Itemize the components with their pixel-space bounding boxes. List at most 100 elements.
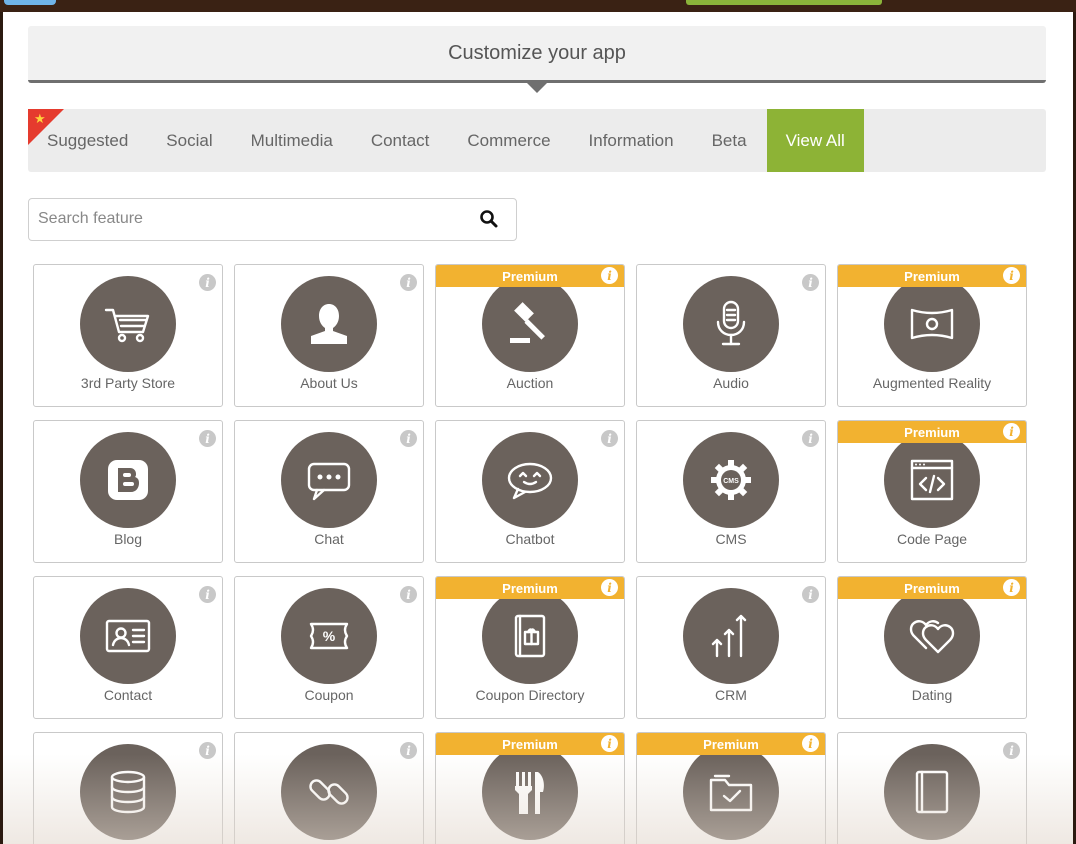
info-icon[interactable]: i — [199, 430, 216, 447]
code-window-icon — [884, 432, 980, 528]
feature-label: Audio — [713, 375, 749, 391]
feature-card[interactable]: Premium i Auction — [435, 264, 625, 407]
feature-card[interactable]: i Audio — [636, 264, 826, 407]
premium-label: Premium — [904, 580, 960, 596]
premium-label: Premium — [502, 580, 558, 596]
svg-text:%: % — [323, 628, 336, 644]
tab-beta[interactable]: Beta — [693, 109, 766, 172]
search-input[interactable] — [29, 199, 477, 238]
feature-card[interactable]: i CRM — [636, 576, 826, 719]
info-icon[interactable]: i — [1003, 423, 1020, 440]
premium-badge: Premium i — [436, 733, 624, 755]
feature-label: Blog — [113, 531, 143, 547]
premium-badge: Premium i — [838, 421, 1026, 443]
info-icon[interactable]: i — [601, 735, 618, 752]
feature-label: CRM — [715, 687, 747, 703]
feature-card[interactable]: Premium i Dating — [837, 576, 1027, 719]
info-icon[interactable]: i — [400, 430, 417, 447]
cart-icon — [80, 276, 176, 372]
info-icon[interactable]: i — [601, 579, 618, 596]
hearts-icon — [884, 588, 980, 684]
page-content: Customize your app ★ Suggested Social Mu… — [3, 12, 1073, 844]
info-icon[interactable]: i — [1003, 267, 1020, 284]
premium-badge: Premium i — [838, 265, 1026, 287]
feature-label: About Us — [300, 375, 358, 391]
search-icon[interactable] — [479, 209, 499, 229]
coupon-icon: % — [281, 588, 377, 684]
feature-label: Coupon — [304, 687, 354, 703]
arrows-up-icon — [683, 588, 779, 684]
feature-card[interactable]: i Contact — [33, 576, 223, 719]
database-icon — [80, 744, 176, 840]
blogger-icon — [80, 432, 176, 528]
premium-badge: Premium i — [436, 265, 624, 287]
tab-multimedia[interactable]: Multimedia — [232, 109, 352, 172]
premium-label: Premium — [502, 736, 558, 752]
coupon-book-icon — [482, 588, 578, 684]
search-box — [28, 198, 517, 241]
chatbot-icon — [482, 432, 578, 528]
premium-badge: Premium i — [436, 577, 624, 599]
tab-information[interactable]: Information — [570, 109, 693, 172]
feature-card[interactable]: Premium i Augmented Reality — [837, 264, 1027, 407]
feature-card[interactable]: i Chatbot — [435, 420, 625, 563]
link-icon — [281, 744, 377, 840]
top-bar — [0, 0, 1076, 12]
book-icon — [884, 744, 980, 840]
tab-contact[interactable]: Contact — [352, 109, 449, 172]
premium-label: Premium — [904, 268, 960, 284]
info-icon[interactable]: i — [400, 742, 417, 759]
feature-card[interactable]: Premium i — [435, 732, 625, 844]
info-icon[interactable]: i — [1003, 742, 1020, 759]
info-icon[interactable]: i — [199, 742, 216, 759]
feature-card[interactable]: i CMS CMS — [636, 420, 826, 563]
folder-check-icon — [683, 744, 779, 840]
feature-label: Chat — [314, 531, 344, 547]
info-icon[interactable]: i — [802, 586, 819, 603]
category-tabs: ★ Suggested Social Multimedia Contact Co… — [28, 109, 1046, 172]
info-icon[interactable]: i — [400, 586, 417, 603]
premium-label: Premium — [703, 736, 759, 752]
feature-card[interactable]: Premium i Code Page — [837, 420, 1027, 563]
feature-card[interactable]: Premium i — [636, 732, 826, 844]
feature-grid: i 3rd Party Store i About Us Premium i Auction… — [33, 264, 1027, 844]
feature-label: Contact — [103, 687, 153, 703]
info-icon[interactable]: i — [199, 274, 216, 291]
info-icon[interactable]: i — [1003, 579, 1020, 596]
info-icon[interactable]: i — [400, 274, 417, 291]
feature-card[interactable]: i Blog — [33, 420, 223, 563]
tab-commerce[interactable]: Commerce — [448, 109, 569, 172]
feature-label: Coupon Directory — [475, 687, 585, 703]
star-icon: ★ — [34, 111, 46, 126]
gavel-icon — [482, 276, 578, 372]
info-icon[interactable]: i — [601, 267, 618, 284]
premium-badge: Premium i — [838, 577, 1026, 599]
tab-view-all[interactable]: View All — [766, 109, 864, 172]
info-icon[interactable]: i — [802, 735, 819, 752]
tab-social[interactable]: Social — [147, 109, 231, 172]
person-icon — [281, 276, 377, 372]
feature-card[interactable]: i 3rd Party Store — [33, 264, 223, 407]
info-icon[interactable]: i — [199, 586, 216, 603]
info-icon[interactable]: i — [802, 274, 819, 291]
feature-card[interactable]: i Chat — [234, 420, 424, 563]
feature-label: 3rd Party Store — [80, 375, 176, 391]
feature-card[interactable]: i — [234, 732, 424, 844]
cms-gear-icon: CMS — [683, 432, 779, 528]
logo — [4, 0, 56, 5]
info-icon[interactable]: i — [802, 430, 819, 447]
feature-label: Auction — [506, 375, 554, 391]
premium-badge: Premium i — [637, 733, 825, 755]
feature-card[interactable]: i% Coupon — [234, 576, 424, 719]
feature-card[interactable]: Premium i Coupon Directory — [435, 576, 625, 719]
premium-label: Premium — [904, 424, 960, 440]
top-action-button[interactable] — [686, 0, 882, 5]
svg-text:CMS: CMS — [723, 478, 739, 485]
info-icon[interactable]: i — [601, 430, 618, 447]
feature-card[interactable]: i About Us — [234, 264, 424, 407]
feature-card[interactable]: i — [837, 732, 1027, 844]
chat-bubble-icon — [281, 432, 377, 528]
feature-label: Dating — [911, 687, 953, 703]
feature-card[interactable]: i — [33, 732, 223, 844]
page-title: Customize your app — [28, 26, 1046, 83]
